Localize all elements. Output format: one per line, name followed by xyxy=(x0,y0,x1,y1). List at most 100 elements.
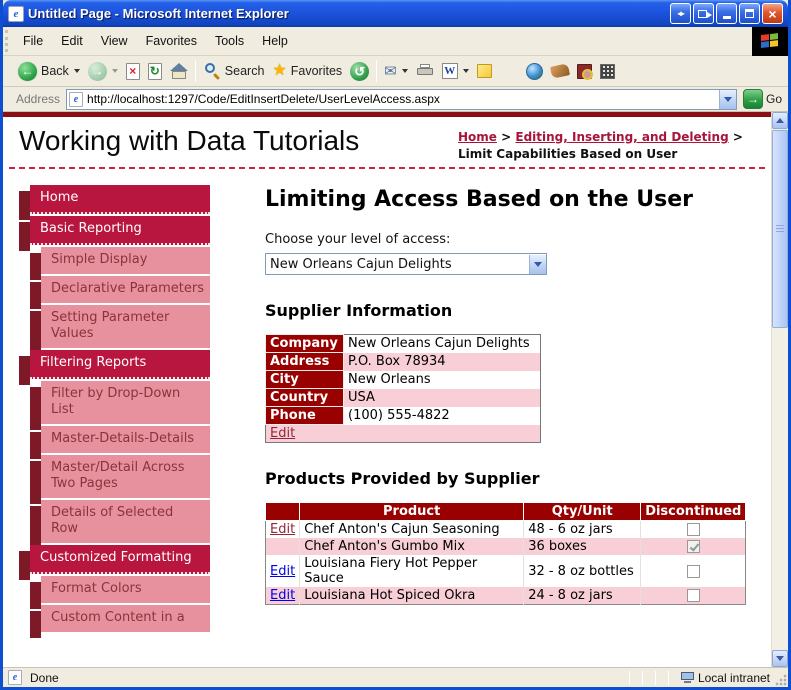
menu-edit[interactable]: Edit xyxy=(52,27,92,55)
discontinued-column-header: Discontinued xyxy=(640,502,747,521)
supplier-edit-link[interactable]: Edit xyxy=(270,426,295,441)
scroll-down-button[interactable] xyxy=(772,650,788,667)
minimize-button[interactable] xyxy=(716,3,737,24)
print-button[interactable] xyxy=(412,62,438,80)
table-row: Edit Louisiana Fiery Hot Pepper Sauce 32… xyxy=(265,555,746,587)
addon-globe-button[interactable] xyxy=(522,61,547,82)
mail-dropdown-icon[interactable] xyxy=(401,69,408,73)
address-url[interactable]: http://localhost:1297/Code/EditInsertDel… xyxy=(87,92,719,106)
search-label: Search xyxy=(224,64,265,78)
address-dropdown-button[interactable] xyxy=(718,89,736,109)
undock-button[interactable] xyxy=(693,3,714,24)
maximize-button[interactable] xyxy=(739,3,760,24)
select-dropdown-button[interactable] xyxy=(529,254,546,274)
sidebar-item-filtering-reports[interactable]: Filtering Reports xyxy=(19,350,210,385)
scrollbar-thumb[interactable] xyxy=(772,130,788,328)
supplier-table: Company New Orleans Cajun Delights Addre… xyxy=(265,334,541,443)
access-level-label: Choose your level of access: xyxy=(265,232,451,247)
table-row: Country USA xyxy=(265,388,541,407)
address-field[interactable]: e http://localhost:1297/Code/EditInsertD… xyxy=(66,88,737,110)
favorites-button[interactable]: ★ Favorites xyxy=(268,61,346,81)
forward-dropdown-icon[interactable] xyxy=(111,69,118,73)
sidebar-item-custom-content[interactable]: Custom Content in a xyxy=(30,605,210,638)
sidebar-item-master-detail-across-two-pages[interactable]: Master/Detail Across Two Pages xyxy=(30,455,210,504)
scroll-up-button[interactable] xyxy=(772,112,788,129)
menu-favorites[interactable]: Favorites xyxy=(137,27,206,55)
forward-button[interactable]: → xyxy=(84,60,122,83)
edit-with-word-button[interactable]: W xyxy=(438,61,473,81)
maximize-icon xyxy=(745,9,754,18)
close-button[interactable]: × xyxy=(762,3,783,24)
qty-per-unit: 32 - 8 oz bottles xyxy=(523,555,641,587)
discontinued-checkbox[interactable] xyxy=(686,589,700,602)
addon-messenger-grid-button[interactable] xyxy=(596,62,619,81)
search-button[interactable]: Search xyxy=(199,60,269,82)
sidebar-item-format-colors[interactable]: Format Colors xyxy=(30,576,210,609)
discontinued-checkbox[interactable] xyxy=(686,564,700,578)
status-separator xyxy=(641,670,643,685)
title-bar: e Untitled Page - Microsoft Internet Exp… xyxy=(3,0,788,27)
research-icon xyxy=(576,63,593,80)
toolbar-grip[interactable] xyxy=(5,30,12,52)
minimize-icon xyxy=(722,16,731,19)
qty-per-unit: 36 boxes xyxy=(523,538,641,555)
addon-send-button[interactable] xyxy=(547,63,573,79)
sidebar-item-basic-reporting[interactable]: Basic Reporting xyxy=(19,216,210,251)
breadcrumb-separator: > xyxy=(732,130,743,144)
status-page-icon: e xyxy=(8,670,22,685)
browser-window: e Untitled Page - Microsoft Internet Exp… xyxy=(0,0,791,690)
supplier-field-value: USA xyxy=(348,390,375,405)
mail-button[interactable]: ✉ xyxy=(380,62,412,81)
nav-arrows-button[interactable]: ◂▸ xyxy=(670,3,691,24)
sidebar-item-customized-formatting[interactable]: Customized Formatting xyxy=(19,545,210,580)
thumb-grip-icon xyxy=(776,225,784,233)
status-separator xyxy=(667,670,669,685)
breadcrumb: Home > Editing, Inserting, and Deleting … xyxy=(458,129,757,164)
history-button[interactable]: ↺ xyxy=(346,60,373,83)
sidebar-item-declarative-parameters[interactable]: Declarative Parameters xyxy=(30,276,210,309)
go-button[interactable]: → xyxy=(742,89,763,109)
vertical-scrollbar[interactable] xyxy=(771,112,788,667)
qty-per-unit: 24 - 8 oz jars xyxy=(523,587,641,605)
grid-icon xyxy=(599,63,615,79)
row-edit-link[interactable]: Edit xyxy=(270,522,295,537)
addon-research-button[interactable] xyxy=(573,62,596,81)
window-title: Untitled Page - Microsoft Internet Explo… xyxy=(28,6,289,21)
page-title: Limiting Access Based on the User xyxy=(265,187,693,212)
access-level-select[interactable]: New Orleans Cajun Delights xyxy=(265,253,547,275)
resize-grip[interactable] xyxy=(775,674,787,686)
sidebar-item-master-details-details[interactable]: Master-Details-Details xyxy=(30,426,210,459)
stop-button[interactable]: × xyxy=(122,61,144,82)
home-button[interactable] xyxy=(166,61,192,81)
discontinued-checkbox[interactable] xyxy=(686,540,700,553)
refresh-button[interactable]: ↻ xyxy=(144,61,166,82)
supplier-field-label: Address xyxy=(265,352,344,371)
menu-file[interactable]: File xyxy=(14,27,52,55)
breadcrumb-section-link[interactable]: Editing, Inserting, and Deleting xyxy=(515,130,728,144)
messenger-button[interactable] xyxy=(473,62,496,80)
go-label[interactable]: Go xyxy=(766,92,782,106)
menu-help[interactable]: Help xyxy=(253,27,297,55)
qty-per-unit: 48 - 6 oz jars xyxy=(523,520,641,538)
chevron-up-icon xyxy=(776,118,784,123)
sidebar-item-filter-by-dropdown-list[interactable]: Filter by Drop-Down List xyxy=(30,381,210,430)
row-edit-link[interactable]: Edit xyxy=(270,564,295,579)
discontinued-checkbox[interactable] xyxy=(686,523,700,536)
chevron-down-icon xyxy=(534,261,542,267)
main-content: Limiting Access Based on the User Choose… xyxy=(210,185,771,634)
sidebar-item-setting-parameter-values[interactable]: Setting Parameter Values xyxy=(30,305,210,354)
menu-view[interactable]: View xyxy=(92,27,137,55)
supplier-field-value: New Orleans xyxy=(348,372,431,387)
sidebar-item-details-of-selected-row[interactable]: Details of Selected Row xyxy=(30,500,210,549)
page-icon: e xyxy=(69,91,84,107)
sidebar-item-simple-display[interactable]: Simple Display xyxy=(30,247,210,280)
address-bar: Address e http://localhost:1297/Code/Edi… xyxy=(3,87,788,112)
sidebar-item-home[interactable]: Home xyxy=(19,185,210,220)
back-dropdown-icon[interactable] xyxy=(73,69,80,73)
row-edit-link[interactable]: Edit xyxy=(270,588,295,603)
breadcrumb-home-link[interactable]: Home xyxy=(458,130,497,144)
word-dropdown-icon[interactable] xyxy=(462,69,469,73)
menu-tools[interactable]: Tools xyxy=(206,27,253,55)
back-button[interactable]: ← Back xyxy=(14,60,84,83)
status-text: Done xyxy=(30,670,59,685)
